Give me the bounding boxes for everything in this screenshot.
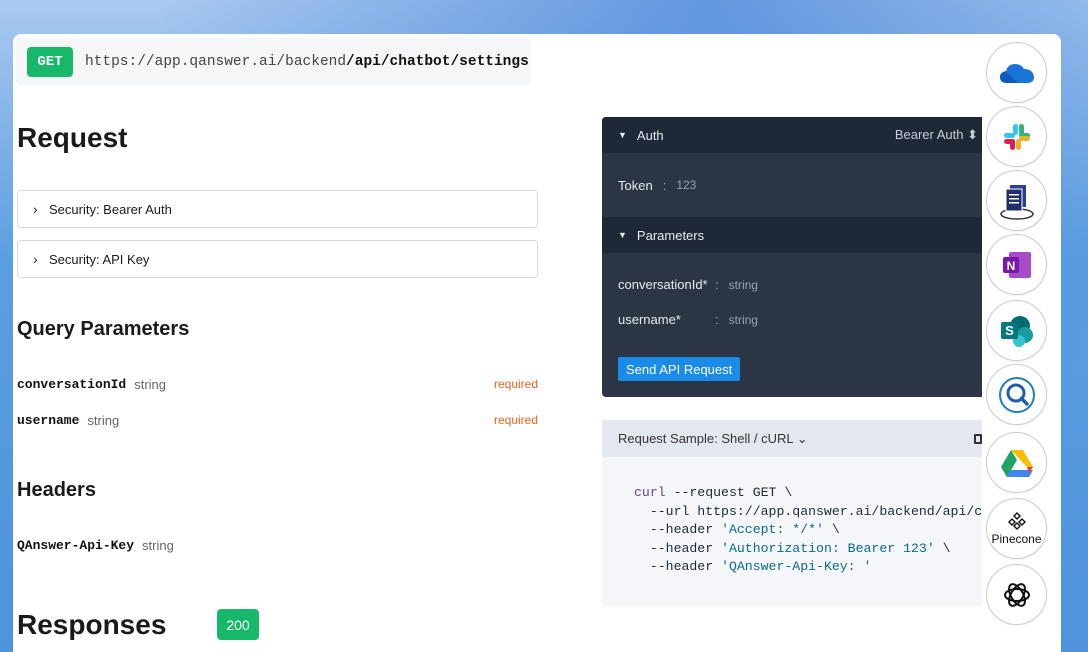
param-input-label: conversationId*	[618, 277, 708, 292]
query-params-title: Query Parameters	[17, 318, 190, 340]
api-doc-card: GET https://app.qanswer.ai/backend/api/c…	[13, 34, 1061, 652]
token-label: Token	[618, 177, 653, 193]
query-param-row: conversationId string required	[17, 374, 538, 394]
search-icon[interactable]	[986, 364, 1047, 425]
code-text: \	[823, 522, 840, 537]
header-type: string	[142, 537, 174, 553]
param-type: string	[87, 412, 120, 428]
copy-icon[interactable]	[974, 433, 982, 444]
param-input-username[interactable]: string	[729, 313, 758, 327]
status-200-tab[interactable]: 200	[217, 609, 259, 640]
auth-section-header[interactable]: ▼ Auth Bearer Auth ⬍	[602, 117, 982, 153]
code-keyword: curl	[634, 485, 666, 500]
responses-title: Responses	[17, 609, 167, 640]
method-badge: GET	[27, 46, 73, 77]
endpoint-base-url: https://app.qanswer.ai/backend	[85, 53, 347, 70]
security-bearer-label: Security: Bearer Auth	[49, 201, 172, 217]
headers-title: Headers	[17, 479, 96, 501]
endpoint-url[interactable]: https://app.qanswer.ai/backend/api/chatb…	[85, 54, 529, 70]
documents-icon[interactable]	[986, 170, 1047, 231]
pinecone-icon[interactable]: Pinecone	[986, 498, 1047, 559]
token-input[interactable]: 123	[676, 178, 696, 192]
security-apikey-label: Security: API Key	[49, 251, 150, 267]
code-text: \	[934, 540, 951, 556]
code-text: --request GET \	[665, 485, 793, 500]
chevron-right-icon: ›	[33, 201, 38, 217]
code-sample: curl --request GET \ --url https://app.q…	[602, 457, 982, 606]
param-required: required	[493, 413, 538, 427]
google-drive-icon[interactable]	[986, 432, 1047, 493]
sample-language-label: Request Sample: Shell / cURL	[618, 430, 794, 446]
code-string: 'Authorization: Bearer 123'	[721, 540, 935, 556]
svg-text:N: N	[1006, 259, 1015, 273]
endpoint-bar: GET https://app.qanswer.ai/backend/api/c…	[16, 38, 531, 85]
auth-type-value: Bearer Auth	[894, 127, 964, 142]
code-string: 'Accept: */*'	[721, 522, 824, 537]
parameters-label: Parameters	[636, 227, 705, 243]
request-title: Request	[17, 122, 128, 153]
sample-language-select[interactable]: Request Sample: Shell / cURL ⌄	[618, 431, 808, 447]
select-arrows-icon: ⬍	[967, 127, 978, 142]
param-input-row: username* : string	[602, 302, 982, 337]
caret-down-icon: ▼	[618, 130, 627, 140]
param-name: conversationId	[17, 376, 127, 392]
param-input-label: username*	[618, 312, 681, 327]
caret-down-icon: ▼	[618, 230, 627, 240]
endpoint-path: /api/chatbot/settings	[346, 53, 529, 70]
code-block: curl --request GET \ --url https://app.q…	[602, 457, 982, 577]
code-text: --header	[634, 559, 722, 574]
security-apikey-accordion[interactable]: › Security: API Key	[17, 240, 538, 278]
param-type: string	[134, 376, 167, 392]
slack-icon[interactable]	[986, 106, 1047, 167]
chevron-down-icon: ⌄	[796, 430, 808, 446]
param-input-conversationid[interactable]: string	[729, 278, 758, 292]
request-sample-header: Request Sample: Shell / cURL ⌄	[602, 420, 982, 457]
token-separator: :	[662, 177, 667, 193]
onedrive-icon[interactable]	[986, 42, 1047, 103]
auth-label: Auth	[636, 127, 664, 143]
header-name: QAnswer-Api-Key	[17, 537, 135, 553]
query-param-row: username string required	[17, 410, 538, 430]
pinecone-label: Pinecone	[991, 532, 1042, 546]
code-string: 'QAnswer-Api-Key: '	[721, 559, 872, 574]
param-required: required	[493, 377, 538, 391]
parameters-section-header[interactable]: ▼ Parameters	[602, 217, 982, 253]
code-text: --header	[634, 522, 722, 537]
chevron-right-icon: ›	[33, 251, 38, 267]
param-name: username	[17, 412, 80, 428]
security-bearer-accordion[interactable]: › Security: Bearer Auth	[17, 190, 538, 228]
param-input-row: conversationId* : string	[602, 267, 982, 302]
try-it-panel: ▼ Auth Bearer Auth ⬍ Token : 123 ▼ Param…	[602, 117, 982, 397]
onenote-icon[interactable]: N	[986, 234, 1047, 295]
openai-icon[interactable]	[986, 564, 1047, 625]
auth-type-select[interactable]: Bearer Auth ⬍	[895, 127, 978, 143]
svg-text:S: S	[1005, 323, 1014, 338]
code-text: --header	[634, 540, 722, 556]
param-separator: :	[715, 312, 719, 327]
code-text: --url https://app.qanswer.ai/backend/api…	[634, 503, 982, 519]
token-row: Token : 123	[602, 153, 982, 217]
send-api-request-button[interactable]: Send API Request	[618, 357, 741, 381]
param-separator: :	[715, 277, 719, 292]
header-param-row: QAnswer-Api-Key string	[17, 535, 538, 555]
sharepoint-icon[interactable]: S	[986, 300, 1047, 361]
